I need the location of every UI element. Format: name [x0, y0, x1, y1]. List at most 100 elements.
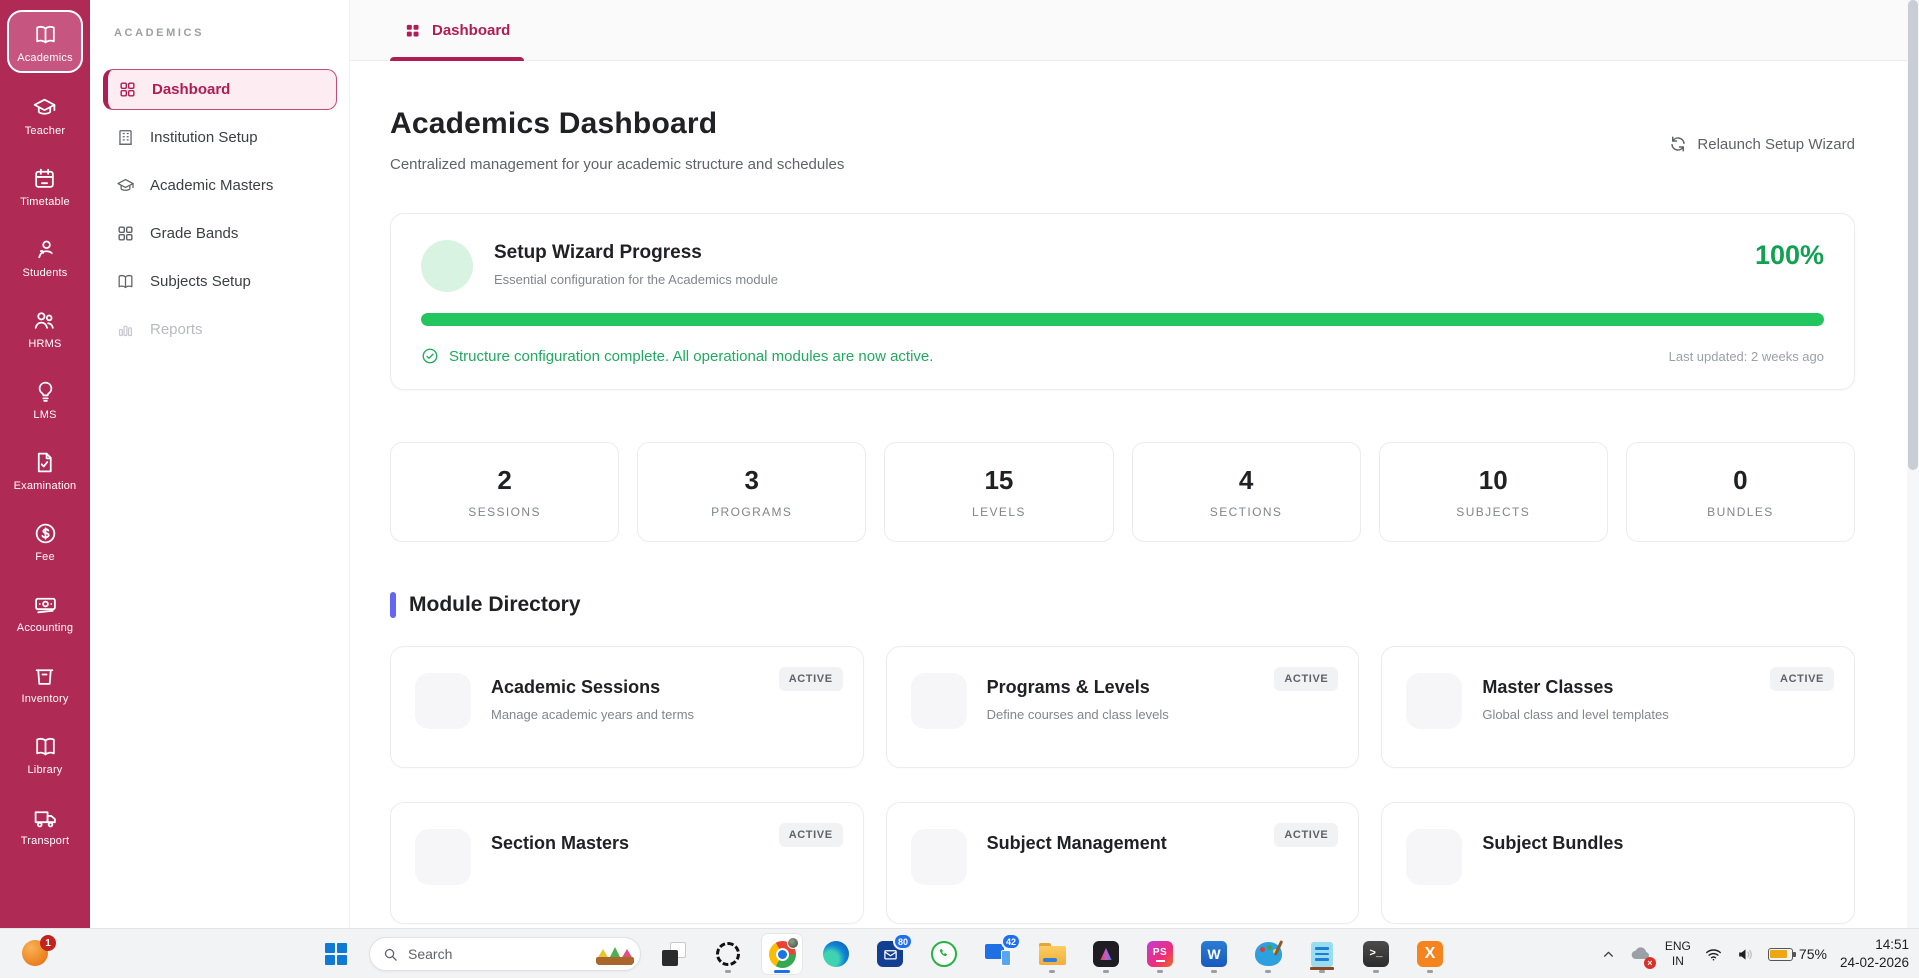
- xampp-icon: X: [1417, 941, 1443, 967]
- rail-item-examination[interactable]: Examination: [14, 450, 77, 492]
- paint-app-button[interactable]: [1248, 934, 1288, 974]
- sidebar-item-dashboard[interactable]: Dashboard: [103, 69, 337, 110]
- task-view-button[interactable]: [654, 934, 694, 974]
- stat-label: SESSIONS: [468, 505, 541, 519]
- stat-value: 15: [984, 465, 1013, 496]
- taskbar-clock[interactable]: 14:51 24-02-2026: [1840, 936, 1909, 972]
- module-card-section-masters[interactable]: Section Masters ACTIVE: [390, 802, 864, 924]
- module-icon-placeholder: [1406, 829, 1462, 885]
- stat-card-programs[interactable]: 3 PROGRAMS: [637, 442, 866, 542]
- stat-card-bundles[interactable]: 0 BUNDLES: [1626, 442, 1855, 542]
- chrome-app-button[interactable]: [762, 934, 802, 974]
- edge-app-button[interactable]: [816, 934, 856, 974]
- stat-card-levels[interactable]: 15 LEVELS: [884, 442, 1113, 542]
- chatgpt-app-button[interactable]: [708, 934, 748, 974]
- calendar-icon: [32, 166, 57, 191]
- xampp-app-button[interactable]: X: [1410, 934, 1450, 974]
- rail-item-hrms[interactable]: HRMS: [28, 308, 61, 350]
- notepad-app-button[interactable]: [1302, 934, 1342, 974]
- phpstorm-icon: PS: [1147, 941, 1173, 967]
- mail-app-button[interactable]: 80: [870, 934, 910, 974]
- sidebar-item-institution-setup[interactable]: Institution Setup: [103, 117, 337, 158]
- module-card-subject-bundles[interactable]: Subject Bundles: [1381, 802, 1855, 924]
- rail-item-transport[interactable]: Transport: [21, 805, 69, 847]
- speaker-icon[interactable]: [1736, 945, 1755, 964]
- stat-label: PROGRAMS: [711, 505, 792, 519]
- page-subtitle: Centralized management for your academic…: [390, 156, 844, 173]
- wifi-icon[interactable]: [1704, 945, 1723, 964]
- sidebar-item-label: Reports: [150, 321, 203, 338]
- start-button[interactable]: [316, 934, 356, 974]
- taskbar-search-box[interactable]: Search: [369, 937, 641, 971]
- banknote-icon: [33, 592, 58, 617]
- people-icon: [32, 308, 57, 333]
- sidebar-item-subjects-setup[interactable]: Subjects Setup: [103, 261, 337, 302]
- battery-percent: 75%: [1799, 946, 1827, 962]
- mail-badge: 80: [893, 933, 913, 950]
- taskbar-notification-icon[interactable]: 1: [22, 940, 50, 968]
- terminal-app-button[interactable]: >_: [1356, 934, 1396, 974]
- module-icon-placeholder: [1406, 673, 1462, 729]
- grid-icon: [118, 80, 137, 99]
- running-indicator: [1319, 970, 1325, 973]
- battery-indicator[interactable]: 75%: [1768, 946, 1827, 962]
- rail-label: Inventory: [21, 693, 68, 705]
- vertical-scrollbar[interactable]: [1907, 0, 1919, 928]
- language-indicator[interactable]: ENG IN: [1665, 939, 1691, 969]
- rail-label: Academics: [17, 52, 73, 64]
- running-indicator: [1265, 970, 1271, 973]
- module-card-master-classes[interactable]: Master Classes Global class and level te…: [1381, 646, 1855, 768]
- dashboard-content: Academics Dashboard Centralized manageme…: [350, 107, 1907, 924]
- tray-time: 14:51: [1840, 936, 1909, 954]
- running-indicator: [1103, 970, 1109, 973]
- rail-item-students[interactable]: Students: [22, 237, 67, 279]
- stat-card-subjects[interactable]: 10 SUBJECTS: [1379, 442, 1608, 542]
- whatsapp-app-button[interactable]: [924, 934, 964, 974]
- rail-item-lms[interactable]: LMS: [33, 379, 58, 421]
- rail-item-timetable[interactable]: Timetable: [20, 166, 70, 208]
- sidebar-item-label: Dashboard: [152, 81, 230, 98]
- rail-item-academics[interactable]: Academics: [7, 10, 83, 73]
- windows-taskbar: 1 Search: [0, 928, 1919, 978]
- whatsapp-icon: [931, 941, 957, 967]
- edge-icon: [823, 941, 849, 967]
- page-header: Academics Dashboard Centralized manageme…: [390, 107, 1855, 173]
- rail-label: Timetable: [20, 196, 70, 208]
- sidebar-item-reports[interactable]: Reports: [103, 309, 337, 350]
- phpstorm-app-button[interactable]: PS: [1140, 934, 1180, 974]
- grid-icon: [116, 224, 135, 243]
- dark-a-app-button[interactable]: [1086, 934, 1126, 974]
- rail-item-teacher[interactable]: Teacher: [25, 95, 66, 137]
- module-card-academic-sessions[interactable]: Academic Sessions Manage academic years …: [390, 646, 864, 768]
- file-explorer-button[interactable]: [1032, 934, 1072, 974]
- module-card-programs-levels[interactable]: Programs & Levels Define courses and cla…: [886, 646, 1360, 768]
- document-check-icon: [32, 450, 57, 475]
- scrollbar-thumb[interactable]: [1908, 0, 1918, 470]
- sidebar-item-academic-masters[interactable]: Academic Masters: [103, 165, 337, 206]
- rail-item-accounting[interactable]: Accounting: [17, 592, 73, 634]
- graduation-cap-icon: [32, 95, 57, 120]
- word-app-button[interactable]: W: [1194, 934, 1234, 974]
- sidebar-item-grade-bands[interactable]: Grade Bands: [103, 213, 337, 254]
- stat-value: 4: [1239, 465, 1253, 496]
- onedrive-error-icon[interactable]: ×: [1628, 942, 1652, 966]
- devices-app-button[interactable]: 42: [978, 934, 1018, 974]
- app-rail: Academics Teacher Timetable Students HRM…: [0, 0, 90, 928]
- rail-item-fee[interactable]: Fee: [33, 521, 58, 563]
- rail-item-inventory[interactable]: Inventory: [21, 663, 68, 705]
- stat-card-sessions[interactable]: 2 SESSIONS: [390, 442, 619, 542]
- relaunch-setup-wizard-button[interactable]: Relaunch Setup Wizard: [1669, 135, 1855, 153]
- tab-dashboard[interactable]: Dashboard: [390, 22, 524, 60]
- stat-card-sections[interactable]: 4 SECTIONS: [1132, 442, 1361, 542]
- system-tray: × ENG IN 75% 14:51 24-02-2026: [1602, 929, 1909, 979]
- wizard-subtitle: Essential configuration for the Academic…: [494, 272, 778, 287]
- wizard-status-circle-icon: [421, 240, 473, 292]
- status-badge: ACTIVE: [1274, 667, 1338, 691]
- module-card-subject-management[interactable]: Subject Management ACTIVE: [886, 802, 1360, 924]
- rail-item-library[interactable]: Library: [27, 734, 62, 776]
- search-daily-image[interactable]: [593, 940, 637, 968]
- book-open-icon: [116, 272, 135, 291]
- wizard-title: Setup Wizard Progress: [494, 242, 778, 264]
- tray-chevron-up-icon[interactable]: [1602, 948, 1615, 961]
- notepad-icon: [1311, 942, 1333, 967]
